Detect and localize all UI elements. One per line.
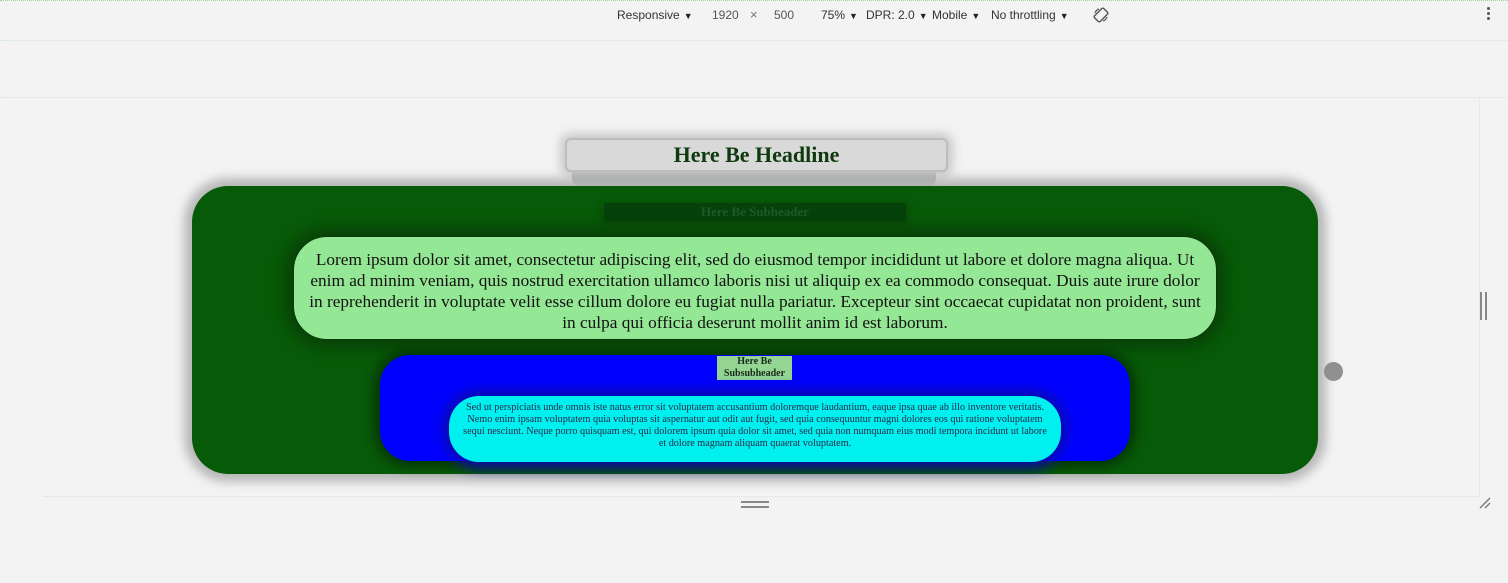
resize-handle-icon[interactable] (1480, 292, 1488, 320)
caret-down-icon: ▼ (1059, 11, 1069, 21)
rotate-icon[interactable] (1093, 7, 1109, 23)
resize-corner-icon[interactable] (1478, 496, 1492, 510)
mode-select[interactable]: Mobile ▼ (932, 8, 980, 22)
page-headline: Here Be Headline (673, 142, 840, 167)
device-select[interactable]: Responsive ▼ (617, 8, 693, 22)
ruler-divider (0, 40, 1508, 41)
zoom-select[interactable]: 75% ▼ (821, 8, 858, 22)
caret-down-icon: ▼ (849, 11, 858, 21)
mode-label: Mobile (932, 8, 968, 22)
caret-down-icon: ▼ (918, 11, 928, 21)
page-subheader: Here Be Subheader (604, 203, 906, 221)
throttling-select[interactable]: No throttling ▼ (991, 8, 1069, 22)
device-label: Responsive (617, 8, 680, 22)
subsubheader-line: Here Be (737, 356, 772, 367)
touch-cursor-icon (1324, 362, 1343, 381)
times-icon: × (750, 7, 758, 22)
headline-box: Here Be Headline (565, 138, 948, 172)
sed-paragraph: Sed ut perspiciatis unde omnis iste natu… (449, 396, 1061, 462)
throttling-label: No throttling (991, 8, 1056, 22)
subsubheader-line: Subsubheader (723, 368, 786, 379)
more-vertical-icon[interactable] (1485, 7, 1491, 25)
device-toolbar: Responsive ▼ 1920 × 500 75% ▼ DPR: 2.0 ▼ Mo… (0, 0, 1508, 31)
dpr-label: DPR: 2.0 (866, 8, 915, 22)
width-input[interactable]: 1920 (712, 8, 739, 22)
page-subsubheader: Here Be Subsubheader (717, 356, 792, 380)
caret-down-icon: ▼ (971, 11, 981, 21)
lorem-paragraph: Lorem ipsum dolor sit amet, consectetur … (293, 236, 1217, 340)
dpr-select[interactable]: DPR: 2.0 ▼ (866, 8, 928, 22)
zoom-label: 75% (821, 8, 846, 22)
resize-handle-icon[interactable] (741, 501, 769, 509)
height-input[interactable]: 500 (774, 8, 794, 22)
caret-down-icon: ▼ (683, 11, 693, 21)
